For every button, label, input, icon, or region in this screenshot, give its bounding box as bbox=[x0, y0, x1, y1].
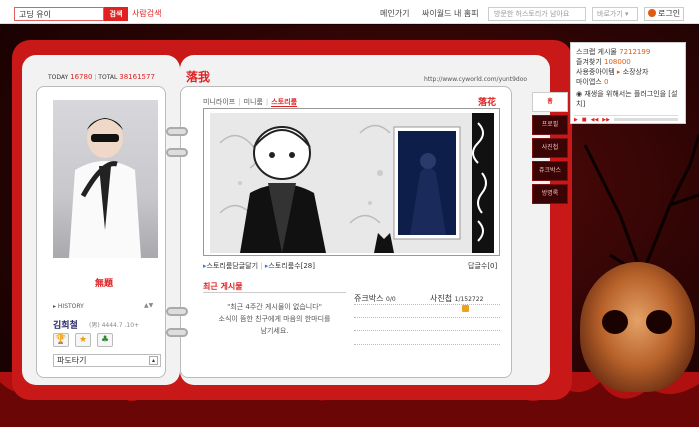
skull-art-icon bbox=[580, 262, 695, 392]
story-room-image[interactable] bbox=[210, 113, 494, 253]
tab-miniroom[interactable]: 미니룸 bbox=[244, 98, 263, 106]
side-menu: 홈 프로필 사진첩 쥬크박스 방명록 bbox=[532, 92, 568, 207]
owner-meta: (男) 4444.7 .10+ bbox=[89, 322, 140, 329]
plugin-notice[interactable]: ◉ 재생을 위해서는 플러그인을 [설치] bbox=[576, 89, 680, 109]
next-icon[interactable]: ▶▶ bbox=[602, 117, 610, 123]
blog-title: 落我 bbox=[186, 70, 211, 84]
stop-icon[interactable]: ■ bbox=[582, 117, 587, 123]
clover-icon[interactable]: ♣ bbox=[97, 333, 113, 347]
side-tab-guestbook[interactable]: 방명록 bbox=[532, 184, 568, 204]
visit-counter: TODAY 16780 | TOTAL 38161577 bbox=[48, 73, 155, 81]
recent-empty-line1: "최근 4주간 게시물이 없습니다" bbox=[227, 303, 322, 311]
search-button[interactable]: 검색 bbox=[104, 7, 128, 21]
main-link[interactable]: 메인가기 bbox=[380, 8, 409, 19]
story-reply-link[interactable]: 스토리룸담글달기 bbox=[207, 262, 259, 270]
story-room-frame bbox=[203, 108, 500, 256]
profile-photo[interactable] bbox=[53, 100, 158, 258]
login-button[interactable]: 로그인 bbox=[644, 7, 684, 21]
profile-person-icon bbox=[69, 118, 141, 258]
story-count: [28] bbox=[300, 262, 315, 270]
side-tab-profile[interactable]: 프로필 bbox=[532, 115, 568, 135]
pado-select[interactable]: 파도타기 ▴ bbox=[53, 354, 161, 367]
side-tab-home[interactable]: 홈 bbox=[532, 92, 568, 112]
ring-icon bbox=[166, 328, 188, 337]
skull-eye-right bbox=[646, 310, 672, 334]
my-homepage-link[interactable]: 싸이월드 내 홈피 bbox=[422, 8, 479, 19]
photo-album-stat[interactable]: 사진첩 1/152722 bbox=[430, 293, 483, 304]
skull-eye-left bbox=[602, 310, 628, 334]
ring-icon bbox=[166, 148, 188, 157]
profile-title: 無題 bbox=[95, 279, 114, 289]
trophy-icon[interactable]: 🏆 bbox=[53, 333, 69, 347]
story-links: ▸스토리룸담글달기 | ▸스토리룸수[28] bbox=[203, 262, 315, 270]
story-art-icon bbox=[210, 113, 494, 253]
side-tab-photo[interactable]: 사진첩 bbox=[532, 138, 568, 158]
people-search-link[interactable]: 사람검색 bbox=[132, 7, 168, 21]
prev-icon[interactable]: ◀◀ bbox=[591, 117, 599, 123]
story-count-link[interactable]: 스토리룸수 bbox=[268, 262, 300, 270]
favorites-stat[interactable]: 즐겨찾기 108000 bbox=[576, 57, 680, 67]
play-icon[interactable]: ▶ bbox=[574, 117, 578, 123]
volume-slider[interactable] bbox=[614, 118, 678, 121]
scrap-stat[interactable]: 스크랩 게시물 7212199 bbox=[576, 47, 680, 57]
reply-count: 답글수[0] bbox=[468, 262, 498, 270]
divider bbox=[354, 330, 500, 331]
recent-posts-title: 최근 게시물 bbox=[203, 282, 243, 291]
ring-icon bbox=[166, 127, 188, 136]
jukebox-stat[interactable]: 쥬크박스 0/0 bbox=[354, 293, 396, 304]
room-subtitle: 落花 bbox=[478, 98, 497, 108]
tab-storyroom[interactable]: 스토리룸 bbox=[271, 98, 298, 107]
owner-name[interactable]: 김희철 bbox=[53, 318, 78, 331]
ring-icon bbox=[166, 307, 188, 316]
music-player[interactable]: ▶ ■ ◀◀ ▶▶ bbox=[574, 115, 678, 123]
divider bbox=[354, 304, 500, 305]
star-icon[interactable]: ★ bbox=[75, 333, 91, 347]
blog-url[interactable]: http://www.cyworld.com/yunt9doo bbox=[424, 76, 527, 83]
apps-stat[interactable]: 마이앱스 0 bbox=[576, 77, 680, 87]
visitor-field[interactable]: 방문한 허스토리가 남아요 bbox=[488, 7, 586, 21]
history-arrows-icon[interactable]: ▲▼ bbox=[144, 302, 153, 309]
badge-row: 🏆 ★ ♣ bbox=[53, 333, 113, 347]
chevron-up-icon: ▴ bbox=[149, 356, 158, 365]
goto-select[interactable]: 바로가기 ▾ bbox=[592, 7, 638, 21]
history-label[interactable]: ▸ HISTORY bbox=[53, 303, 84, 310]
room-tabs: 미니라이프 | 미니룸 | 스토리룸 bbox=[203, 98, 298, 107]
items-stat[interactable]: 사용중아이템 ▸ 소장상자 bbox=[576, 67, 680, 77]
search-input[interactable]: 고딩 유이 bbox=[14, 7, 104, 21]
recent-empty-line3: 남기세요. bbox=[260, 327, 289, 335]
recent-empty-line2: 소식이 뜸한 친구에게 마음의 한마디를 bbox=[218, 315, 331, 323]
recent-posts-box: "최근 4주간 게시물이 없습니다" 소식이 뜸한 친구에게 마음의 한마디를 … bbox=[203, 292, 346, 344]
divider bbox=[354, 317, 500, 318]
top-bar: 고딩 유이 검색 사람검색 메인가기 싸이월드 내 홈피 방문한 허스토리가 남… bbox=[0, 0, 699, 24]
side-tab-jukebox[interactable]: 쥬크박스 bbox=[532, 161, 568, 181]
divider bbox=[354, 344, 500, 345]
login-icon bbox=[648, 9, 656, 17]
info-popup: 스크랩 게시물 7212199 즐겨찾기 108000 사용중아이템 ▸ 소장상… bbox=[570, 42, 686, 124]
tab-minilife[interactable]: 미니라이프 bbox=[203, 98, 235, 106]
new-photo-icon bbox=[462, 305, 469, 312]
